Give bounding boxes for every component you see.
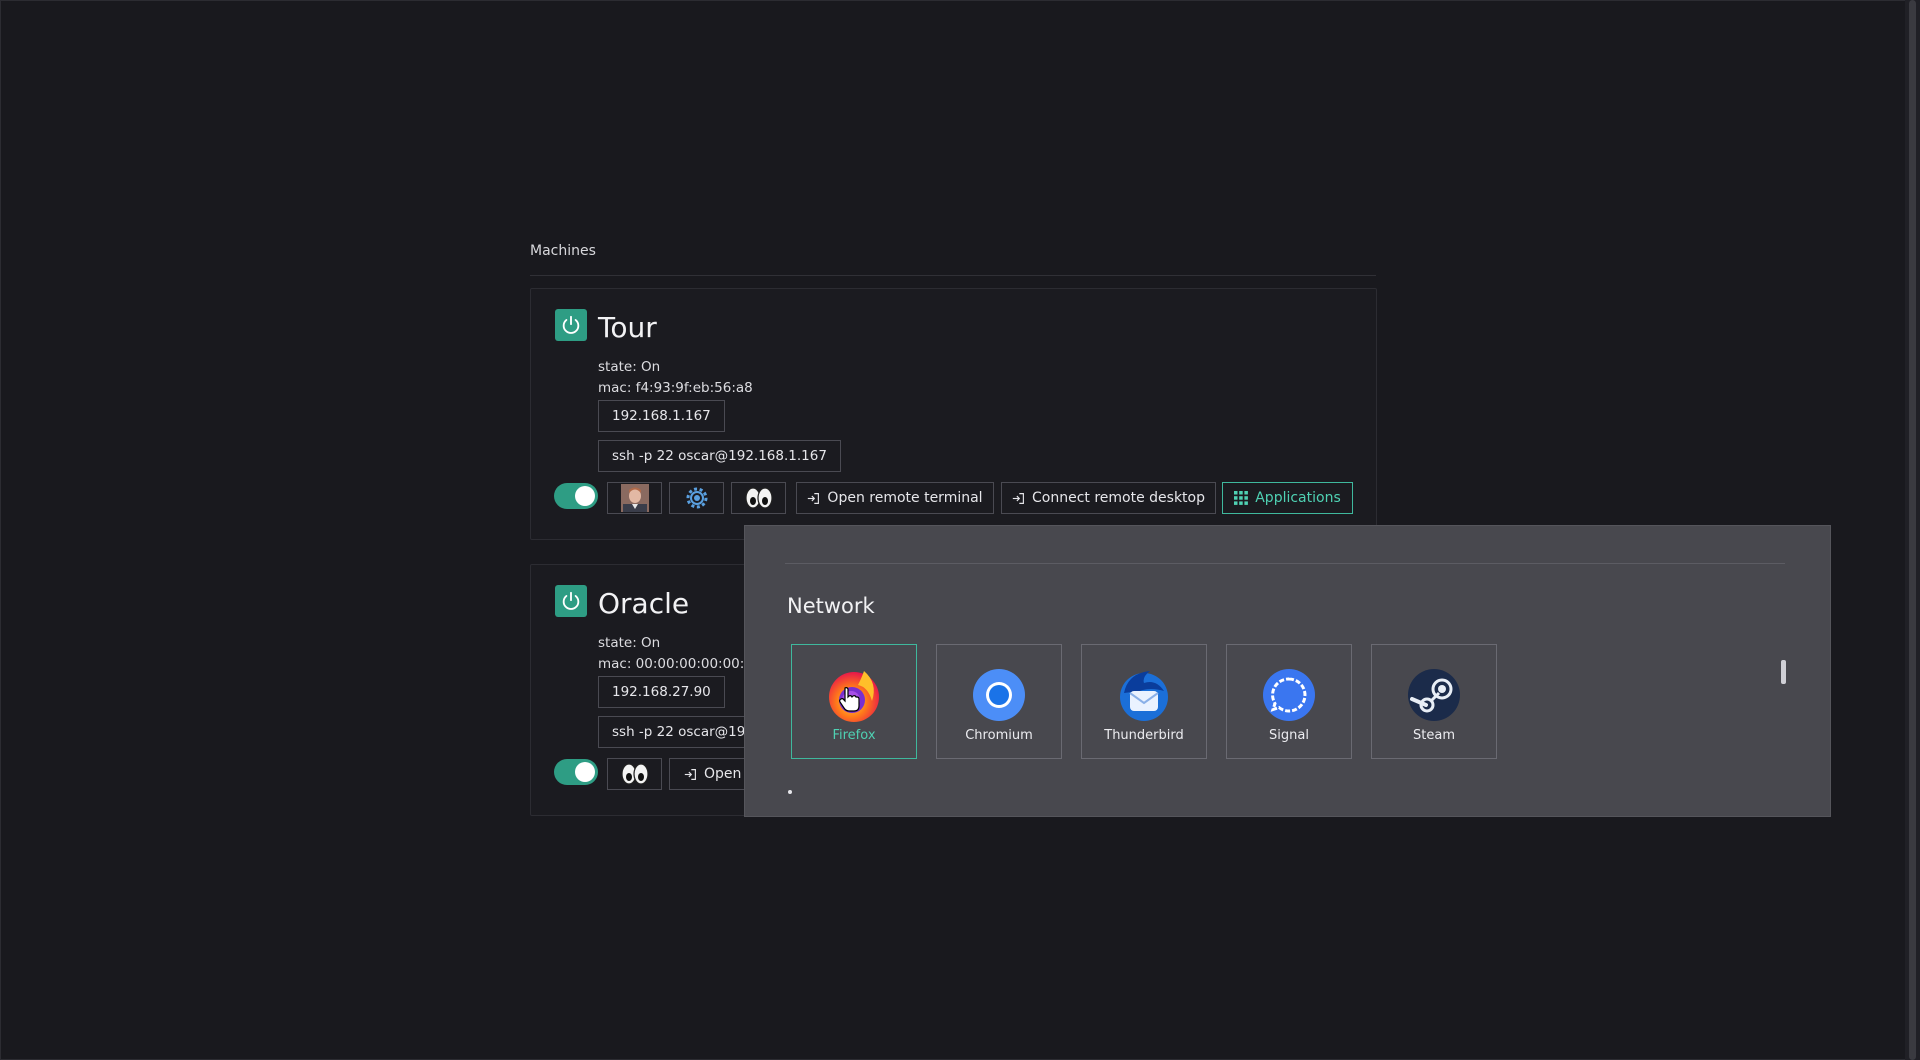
chromium-icon	[973, 669, 1025, 721]
page-scrollbar-thumb[interactable]	[1909, 0, 1916, 1060]
machine-name: Tour	[598, 311, 657, 344]
machine-ssh-command[interactable]: ssh -p 22 oscar@19	[598, 716, 760, 748]
app-tile-steam[interactable]: Steam	[1371, 644, 1497, 759]
machine-card-tour: Tour state: On mac: f4:93:9f:eb:56:a8 19…	[530, 288, 1377, 540]
kde-settings-button[interactable]	[669, 482, 724, 514]
hand-cursor-icon	[839, 687, 860, 712]
user-avatar-button[interactable]	[607, 482, 662, 514]
section-divider	[530, 275, 1376, 276]
machine-ip[interactable]: 192.168.27.90	[598, 676, 725, 708]
avatar-icon	[620, 484, 649, 512]
popup-divider	[785, 563, 1785, 564]
app-label: Steam	[1413, 728, 1455, 743]
thunderbird-icon	[1120, 671, 1168, 721]
signal-icon	[1263, 669, 1315, 721]
login-icon	[1012, 492, 1024, 504]
app-label: Thunderbird	[1104, 728, 1184, 743]
login-icon	[808, 492, 820, 504]
machine-mac: mac: 00:00:00:00:00:0	[598, 656, 753, 672]
connect-remote-desktop-button[interactable]: Connect remote desktop	[1001, 482, 1216, 514]
app-tile-signal[interactable]: Signal	[1226, 644, 1352, 759]
grid-icon	[1234, 491, 1249, 505]
machine-state: state: On	[598, 359, 661, 375]
applications-popup: Network Firefox Chromium Thunderbird Sig…	[744, 525, 1831, 817]
machine-toggle[interactable]	[554, 483, 598, 509]
machine-name: Oracle	[598, 587, 690, 620]
app-label: Firefox	[832, 728, 876, 743]
app-tile-chromium[interactable]: Chromium	[936, 644, 1062, 759]
applications-button[interactable]: Applications	[1222, 482, 1353, 514]
xeyes-button[interactable]	[607, 758, 662, 790]
app-category-title: Network	[787, 594, 875, 618]
login-icon	[684, 768, 696, 780]
machine-state: state: On	[598, 635, 661, 651]
power-icon[interactable]	[555, 585, 587, 617]
eyes-icon	[620, 763, 649, 785]
connect-remote-desktop-label: Connect remote desktop	[1032, 490, 1205, 506]
kde-gear-icon	[686, 487, 707, 509]
open-remote-terminal-label: Open	[704, 766, 742, 782]
pagination-dot[interactable]	[788, 790, 792, 794]
app-label: Signal	[1269, 728, 1309, 743]
machine-toggle[interactable]	[554, 759, 598, 785]
eyes-icon	[744, 487, 773, 509]
app-tile-thunderbird[interactable]: Thunderbird	[1081, 644, 1207, 759]
popup-scrollbar-thumb[interactable]	[1781, 660, 1786, 684]
steam-icon	[1408, 669, 1460, 721]
app-label: Chromium	[965, 728, 1033, 743]
machine-ssh-command[interactable]: ssh -p 22 oscar@192.168.1.167	[598, 440, 841, 472]
section-title: Machines	[530, 243, 596, 259]
xeyes-button[interactable]	[731, 482, 786, 514]
open-remote-terminal-button[interactable]: Open remote terminal	[796, 482, 994, 514]
machine-mac: mac: f4:93:9f:eb:56:a8	[598, 380, 753, 396]
power-icon[interactable]	[555, 309, 587, 341]
machine-ip[interactable]: 192.168.1.167	[598, 400, 725, 432]
applications-label: Applications	[1255, 490, 1341, 506]
open-remote-terminal-label: Open remote terminal	[827, 490, 983, 506]
